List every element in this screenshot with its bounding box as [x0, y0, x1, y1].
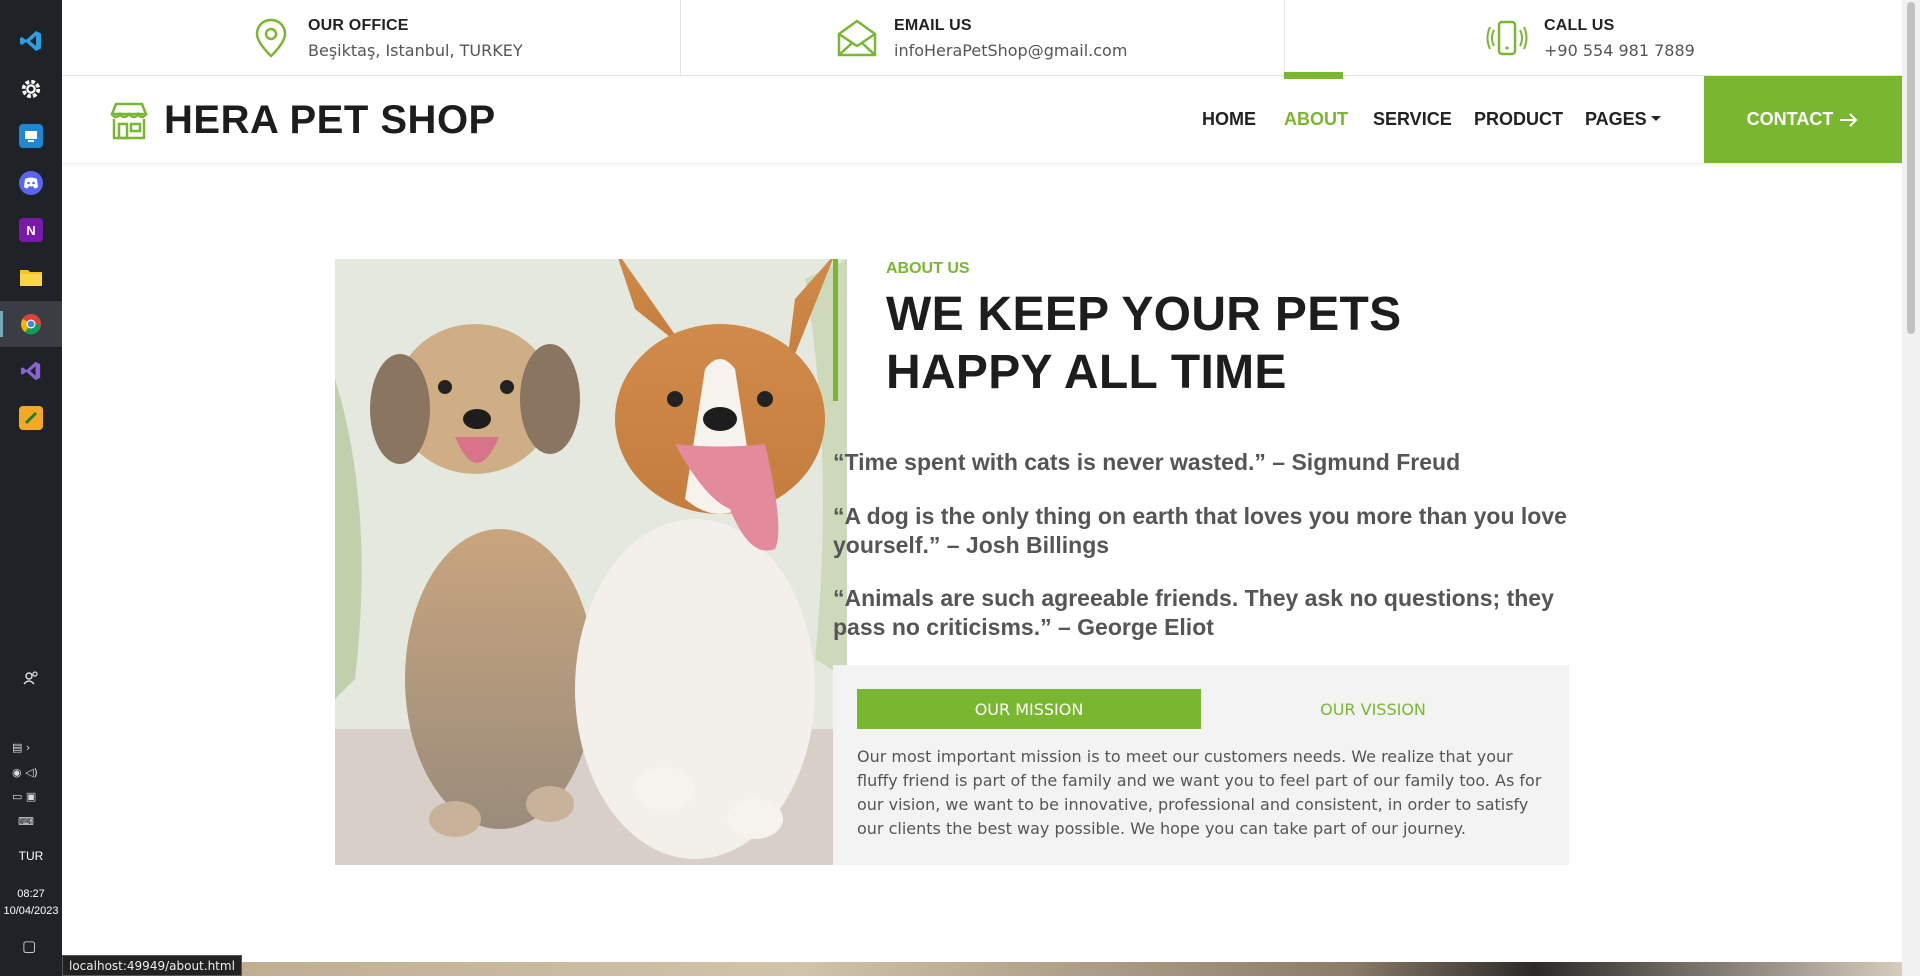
call-info: CALL US +90 554 981 7889 — [1486, 0, 1695, 76]
remote-desktop-icon[interactable] — [19, 124, 43, 148]
tab-vision[interactable]: OUR VISSION — [1201, 689, 1545, 729]
file-explorer-icon[interactable] — [19, 265, 43, 289]
webpage: OUR OFFICE Beşiktaş, Istanbul, TURKEY EM… — [62, 0, 1902, 976]
onenote-icon[interactable]: N — [19, 218, 43, 242]
nav-home[interactable]: HOME — [1202, 109, 1256, 130]
office-address: Beşiktaş, Istanbul, TURKEY — [308, 40, 523, 60]
phone-icon — [1486, 17, 1528, 59]
info-divider — [680, 0, 681, 76]
display-tray-icon[interactable]: ▭ ▣ — [12, 790, 36, 803]
phone-number[interactable]: +90 554 981 7889 — [1544, 41, 1695, 60]
input-language[interactable]: TUR — [0, 849, 62, 863]
nav-pages-label: PAGES — [1585, 109, 1647, 129]
map-pin-icon — [250, 17, 292, 59]
office-title: OUR OFFICE — [308, 16, 409, 34]
nav-about[interactable]: ABOUT — [1284, 109, 1348, 130]
link-status-bar: localhost:49949/about.html — [62, 955, 242, 976]
shop-icon — [110, 102, 148, 139]
clock-time[interactable]: 08:27 — [0, 886, 62, 903]
contact-label: CONTACT — [1746, 109, 1834, 129]
quote-2: “A dog is the only thing on earth that l… — [833, 503, 1567, 558]
vscode-icon[interactable] — [19, 29, 43, 53]
mission-vision-panel: OUR MISSION OUR VISSION Our most importa… — [833, 665, 1569, 865]
section-headline: WE KEEP YOUR PETS HAPPY ALL TIME — [886, 288, 1402, 399]
chrome-icon[interactable] — [19, 312, 43, 336]
scrollbar-thumb[interactable] — [1907, 2, 1915, 334]
info-divider — [1284, 0, 1285, 76]
nav-pages-dropdown[interactable]: PAGES — [1585, 109, 1661, 130]
top-info-bar: OUR OFFICE Beşiktaş, Istanbul, TURKEY EM… — [62, 0, 1902, 76]
clock-date[interactable]: 10/04/2023 — [0, 903, 62, 920]
tab-mission[interactable]: OUR MISSION — [857, 689, 1201, 729]
discord-icon[interactable] — [19, 171, 43, 195]
heading-accent-bar — [833, 259, 838, 401]
nav-service[interactable]: SERVICE — [1373, 109, 1452, 130]
email-address[interactable]: infoHeraPetShop@gmail.com — [894, 41, 1127, 60]
settings-gear-icon[interactable] — [19, 77, 43, 101]
email-title: EMAIL US — [894, 16, 972, 34]
nav-active-indicator — [1284, 72, 1343, 79]
dogs-photo — [335, 259, 847, 865]
call-title: CALL US — [1544, 16, 1615, 34]
contact-button[interactable]: CONTACT — [1704, 76, 1902, 163]
notifications-icon[interactable]: ▢ — [22, 937, 36, 955]
windows-taskbar: N ▤ › ◉ ◁) ▭ ▣ ⌨ TUR 08:27 10/04/2023 ▢ — [0, 0, 62, 976]
visual-studio-icon[interactable] — [19, 359, 43, 383]
user-search-icon[interactable] — [19, 666, 43, 690]
quote-3: “Animals are such agreeable friends. The… — [833, 585, 1554, 640]
paint-app-icon[interactable] — [19, 406, 43, 430]
page-scrollbar[interactable] — [1902, 0, 1920, 976]
brand-name: HERA PET SHOP — [164, 98, 496, 142]
quote-1: “Time spent with cats is never wasted.” … — [833, 449, 1461, 475]
mission-text: Our most important mission is to meet ou… — [857, 747, 1542, 838]
caret-down-icon — [1650, 116, 1661, 122]
email-info: EMAIL US infoHeraPetShop@gmail.com — [836, 0, 1127, 76]
arrow-right-icon — [1840, 112, 1858, 127]
volume-tray-icon[interactable]: ◉ ◁) — [12, 766, 38, 779]
network-tray-icon[interactable]: ▤ › — [12, 741, 30, 754]
office-info: OUR OFFICE Beşiktaş, Istanbul, TURKEY — [250, 0, 523, 76]
brand-logo[interactable]: HERA PET SHOP — [108, 98, 496, 143]
next-section-image-strip — [62, 962, 1902, 976]
section-eyebrow: ABOUT US — [886, 260, 970, 277]
keyboard-tray-icon[interactable]: ⌨ — [18, 815, 34, 828]
envelope-icon — [836, 17, 878, 59]
nav-product[interactable]: PRODUCT — [1474, 109, 1563, 130]
